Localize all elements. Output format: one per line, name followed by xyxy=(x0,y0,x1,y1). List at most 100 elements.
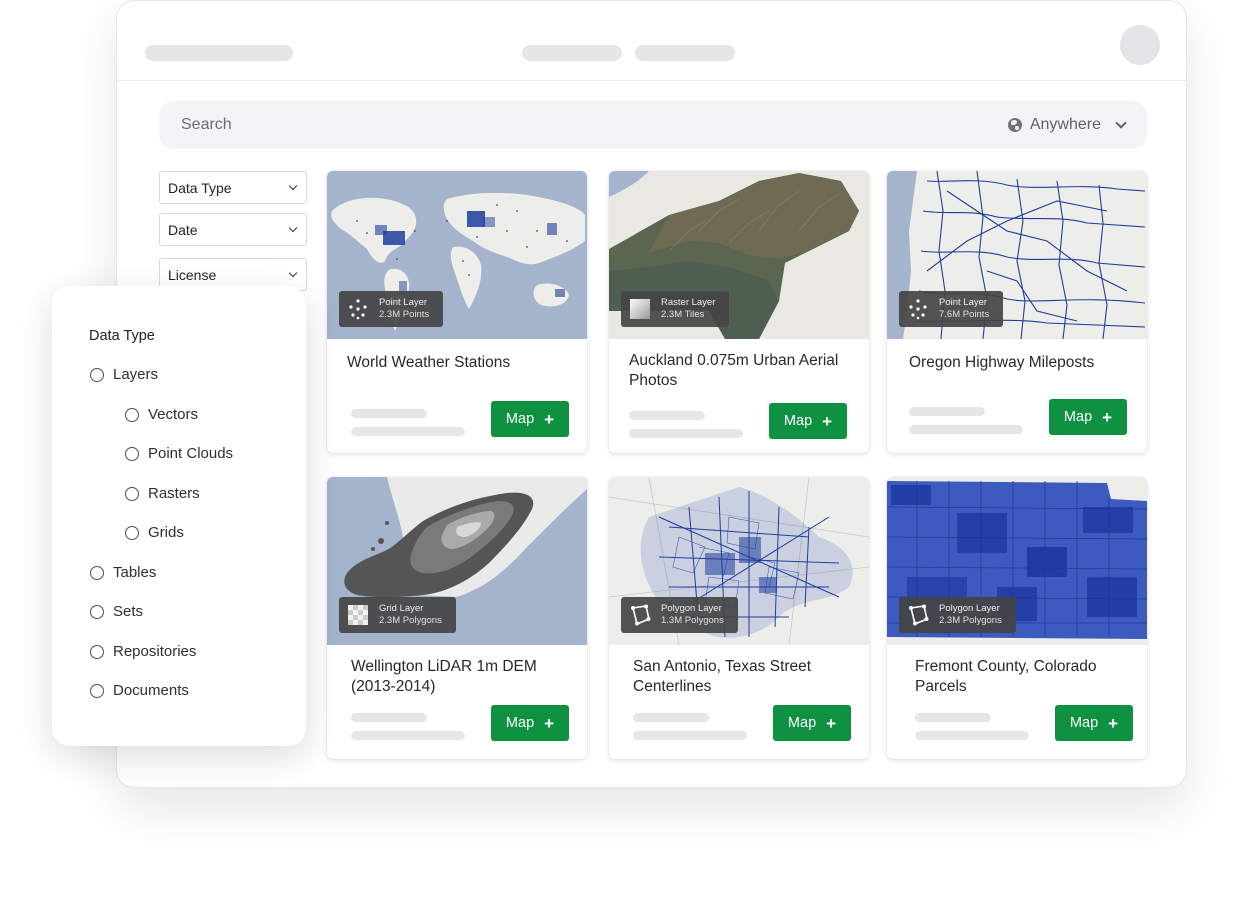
location-select[interactable]: Anywhere xyxy=(1007,101,1127,149)
layer-badge: Raster Layer 2.3M Tiles xyxy=(621,291,730,327)
card-meta-placeholder xyxy=(351,713,427,722)
option-vectors[interactable]: Vectors xyxy=(125,406,198,423)
map-button[interactable]: Map + xyxy=(1055,705,1133,741)
plus-icon: + xyxy=(1102,407,1113,427)
card-title[interactable]: San Antonio, Texas Street Centerlines xyxy=(633,657,853,697)
card-meta-placeholder xyxy=(633,731,747,740)
filter-date[interactable]: Date xyxy=(159,213,307,246)
chevron-down-icon xyxy=(288,181,298,191)
polygon-layer-icon xyxy=(907,604,929,626)
card-title[interactable]: World Weather Stations xyxy=(347,353,567,373)
option-label: Repositories xyxy=(113,643,197,660)
card-title[interactable]: Auckland 0.075m Urban Aerial Photos xyxy=(629,351,849,391)
dataset-card[interactable]: Polygon Layer 2.3M Polygons Fremont Coun… xyxy=(887,477,1147,759)
map-button-label: Map xyxy=(787,715,817,731)
map-button[interactable]: Map + xyxy=(1049,399,1127,435)
card-title[interactable]: Fremont County, Colorado Parcels xyxy=(915,657,1135,697)
map-button[interactable]: Map + xyxy=(773,705,851,741)
option-documents[interactable]: Documents xyxy=(90,682,189,699)
layer-badge: Polygon Layer 2.3M Polygons xyxy=(899,597,1016,633)
option-label: Point Clouds xyxy=(148,445,234,462)
map-button-label: Map xyxy=(505,715,535,731)
card-meta-placeholder xyxy=(351,427,465,436)
chevron-down-icon xyxy=(288,223,298,233)
dataset-card[interactable]: Polygon Layer 1.3M Polygons San Antonio,… xyxy=(609,477,869,759)
map-button[interactable]: Map + xyxy=(769,403,847,439)
radio-button[interactable] xyxy=(90,565,104,580)
layer-type: Polygon Layer xyxy=(939,603,1000,614)
data-type-filter-panel: Data Type Layers Vectors Point Clouds Ra… xyxy=(52,286,306,746)
card-meta-placeholder xyxy=(909,425,1023,434)
radio-button[interactable] xyxy=(90,683,104,698)
card-meta-placeholder xyxy=(629,429,743,438)
option-label: Tables xyxy=(113,564,157,581)
layer-count: 2.3M Polygons xyxy=(939,615,1002,626)
avatar[interactable] xyxy=(1120,25,1160,65)
radio-button[interactable] xyxy=(90,604,104,619)
option-label: Sets xyxy=(113,603,144,620)
nav-placeholder-2[interactable] xyxy=(635,45,735,61)
option-repositories[interactable]: Repositories xyxy=(90,643,196,660)
search-bar: Anywhere xyxy=(159,101,1147,149)
filter-label: Data Type xyxy=(168,179,232,196)
radio-button[interactable] xyxy=(90,644,104,659)
layer-count: 2.3M Points xyxy=(379,309,430,320)
nav-placeholder-1[interactable] xyxy=(522,45,622,61)
plus-icon: + xyxy=(544,713,555,733)
raster-layer-icon xyxy=(629,298,651,320)
card-meta-placeholder xyxy=(633,713,709,722)
option-label: Layers xyxy=(113,366,159,383)
map-thumbnail: Point Layer 7.6M Points xyxy=(887,171,1147,339)
radio-button[interactable] xyxy=(125,525,139,540)
layer-count: 7.6M Points xyxy=(939,309,990,320)
map-button-label: Map xyxy=(1063,409,1093,425)
option-label: Rasters xyxy=(148,485,200,502)
map-button[interactable]: Map + xyxy=(491,705,569,741)
radio-button[interactable] xyxy=(90,367,104,382)
layer-type: Point Layer xyxy=(939,297,988,308)
radio-button[interactable] xyxy=(125,407,139,422)
layer-badge: Polygon Layer 1.3M Polygons xyxy=(621,597,738,633)
layer-badge: Point Layer 7.6M Points xyxy=(899,291,1004,327)
radio-button[interactable] xyxy=(125,446,139,461)
filter-label: License xyxy=(168,266,217,283)
option-label: Vectors xyxy=(148,406,199,423)
card-meta-placeholder xyxy=(351,731,465,740)
layer-type: Point Layer xyxy=(379,297,428,308)
layer-count: 1.3M Polygons xyxy=(661,615,724,626)
radio-button[interactable] xyxy=(125,486,139,501)
dataset-card[interactable]: Grid Layer 2.3M Polygons Wellington LiDA… xyxy=(327,477,587,759)
dataset-card[interactable]: Raster Layer 2.3M Tiles Auckland 0.075m … xyxy=(609,171,869,453)
option-label: Grids xyxy=(148,524,184,541)
grid-layer-icon xyxy=(347,604,369,626)
location-label: Anywhere xyxy=(1029,116,1101,133)
map-button-label: Map xyxy=(783,413,813,429)
search-input[interactable] xyxy=(181,101,881,149)
option-layers[interactable]: Layers xyxy=(90,366,158,383)
option-point-clouds[interactable]: Point Clouds xyxy=(125,445,233,462)
filter-data-type[interactable]: Data Type xyxy=(159,171,307,204)
map-button-label: Map xyxy=(505,411,535,427)
globe-icon xyxy=(1007,118,1022,132)
map-thumbnail: Point Layer 2.3M Points xyxy=(327,171,587,339)
plus-icon: + xyxy=(1108,713,1119,733)
option-tables[interactable]: Tables xyxy=(90,564,156,581)
option-rasters[interactable]: Rasters xyxy=(125,485,200,502)
map-thumbnail: Polygon Layer 2.3M Polygons xyxy=(887,477,1147,645)
option-grids[interactable]: Grids xyxy=(125,524,184,541)
dataset-card[interactable]: Point Layer 2.3M Points World Weather St… xyxy=(327,171,587,453)
panel-title: Data Type xyxy=(89,328,155,344)
card-meta-placeholder xyxy=(629,411,705,420)
option-sets[interactable]: Sets xyxy=(90,603,143,620)
map-thumbnail: Grid Layer 2.3M Polygons xyxy=(327,477,587,645)
plus-icon: + xyxy=(826,713,837,733)
layer-type: Grid Layer xyxy=(379,603,424,614)
logo-placeholder xyxy=(145,45,293,61)
layer-type: Polygon Layer xyxy=(661,603,722,614)
map-button[interactable]: Map + xyxy=(491,401,569,437)
card-title[interactable]: Oregon Highway Mileposts xyxy=(909,353,1129,373)
dataset-card[interactable]: Point Layer 7.6M Points Oregon Highway M… xyxy=(887,171,1147,453)
layer-badge: Point Layer 2.3M Points xyxy=(339,291,444,327)
card-meta-placeholder xyxy=(915,713,991,722)
card-title[interactable]: Wellington LiDAR 1m DEM (2013-2014) xyxy=(351,657,571,697)
